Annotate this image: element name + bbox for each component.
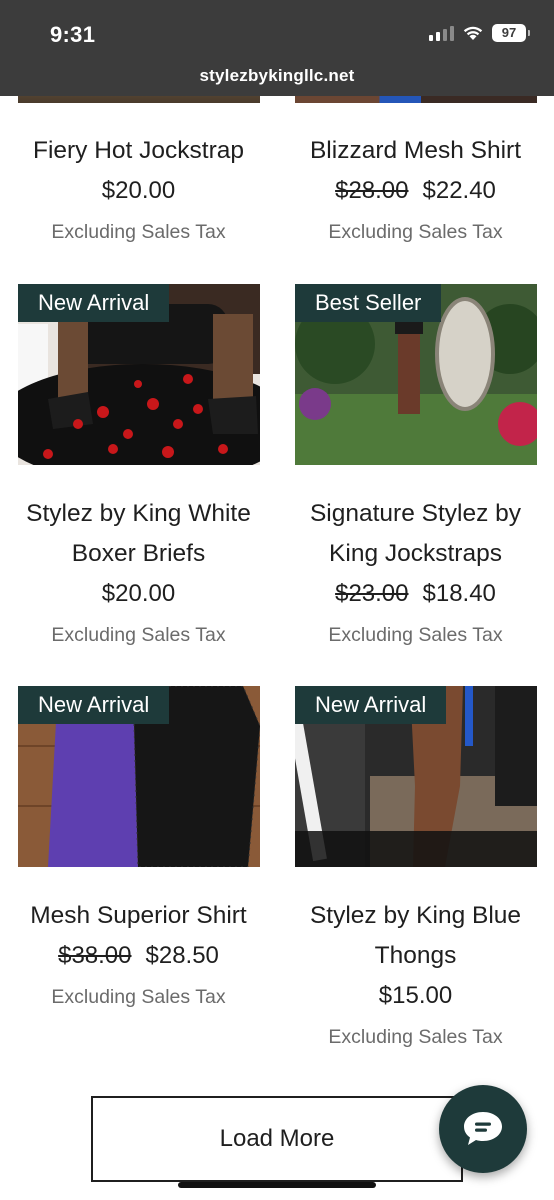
tax-note: Excluding Sales Tax: [328, 1026, 503, 1048]
product-price: $15.00: [378, 982, 453, 1009]
product-name-line-2[interactable]: Boxer Briefs: [0, 534, 277, 574]
chat-bubble-icon: [464, 1112, 502, 1145]
product-price: $28.00 $22.40: [277, 171, 554, 211]
status-icons: 97: [429, 24, 530, 42]
product-card-mesh-superior-shirt[interactable]: Mesh Superior Shirt $38.00 $28.50 Excludi…: [0, 896, 277, 1010]
original-price: $23.00: [335, 580, 409, 607]
new-arrival-badge: New Arrival: [18, 284, 170, 322]
product-card-blizzard-mesh-shirt[interactable]: Blizzard Mesh Shirt $28.00 $22.40 Excludi…: [277, 131, 554, 245]
product-name-line-1[interactable]: Signature Stylez by: [277, 494, 554, 534]
product-image[interactable]: Best Seller: [295, 284, 537, 465]
browser-top-bar: 9:31 97 stylezbykingllc.net: [0, 0, 554, 96]
product-card-white-boxer-briefs[interactable]: Stylez by King White Boxer Briefs $20.00…: [0, 494, 277, 648]
sale-price: $18.40: [422, 580, 496, 607]
product-name-line-2[interactable]: Thongs: [277, 936, 554, 976]
status-time: 9:31: [50, 22, 96, 47]
url-bar[interactable]: stylezbykingllc.net: [0, 66, 554, 86]
product-image[interactable]: New Arrival: [295, 686, 537, 867]
original-price: $28.00: [335, 177, 409, 204]
tax-note: Excluding Sales Tax: [51, 221, 226, 243]
product-card-blue-thongs[interactable]: Stylez by King Blue Thongs $15.00 Exclud…: [277, 896, 554, 1050]
product-name-line-2[interactable]: King Jockstraps: [277, 534, 554, 574]
tax-note: Excluding Sales Tax: [328, 221, 503, 243]
tax-note: Excluding Sales Tax: [51, 986, 226, 1008]
tax-note: Excluding Sales Tax: [51, 624, 226, 646]
product-card-signature-jockstraps[interactable]: Signature Stylez by King Jockstraps $23.…: [277, 494, 554, 648]
product-name[interactable]: Fiery Hot Jockstrap: [0, 131, 277, 171]
chat-button[interactable]: [439, 1085, 527, 1173]
product-image[interactable]: New Arrival: [18, 686, 260, 867]
wifi-icon: [462, 25, 484, 41]
product-price: $23.00 $18.40: [277, 574, 554, 614]
home-indicator: [178, 1182, 376, 1188]
product-name-line-1[interactable]: Stylez by King White: [0, 494, 277, 534]
product-card-fiery-hot-jockstrap[interactable]: Fiery Hot Jockstrap $20.00 Excluding Sal…: [0, 131, 277, 245]
product-name[interactable]: Blizzard Mesh Shirt: [277, 131, 554, 171]
product-price: $20.00: [101, 580, 176, 607]
product-name-line-1[interactable]: Stylez by King Blue: [277, 896, 554, 936]
battery-icon: 97: [492, 24, 530, 42]
product-price: $38.00 $28.50: [0, 936, 277, 976]
sale-price: $22.40: [422, 177, 496, 204]
product-name[interactable]: Mesh Superior Shirt: [0, 896, 277, 936]
new-arrival-badge: New Arrival: [18, 686, 170, 724]
product-price: $20.00: [101, 177, 176, 204]
load-more-button[interactable]: Load More: [91, 1096, 463, 1182]
tax-note: Excluding Sales Tax: [328, 624, 503, 646]
original-price: $38.00: [58, 942, 132, 969]
new-arrival-badge: New Arrival: [295, 686, 447, 724]
best-seller-badge: Best Seller: [295, 284, 442, 322]
cellular-signal-icon: [429, 25, 454, 41]
sale-price: $28.50: [145, 942, 219, 969]
product-image[interactable]: New Arrival: [18, 284, 260, 465]
